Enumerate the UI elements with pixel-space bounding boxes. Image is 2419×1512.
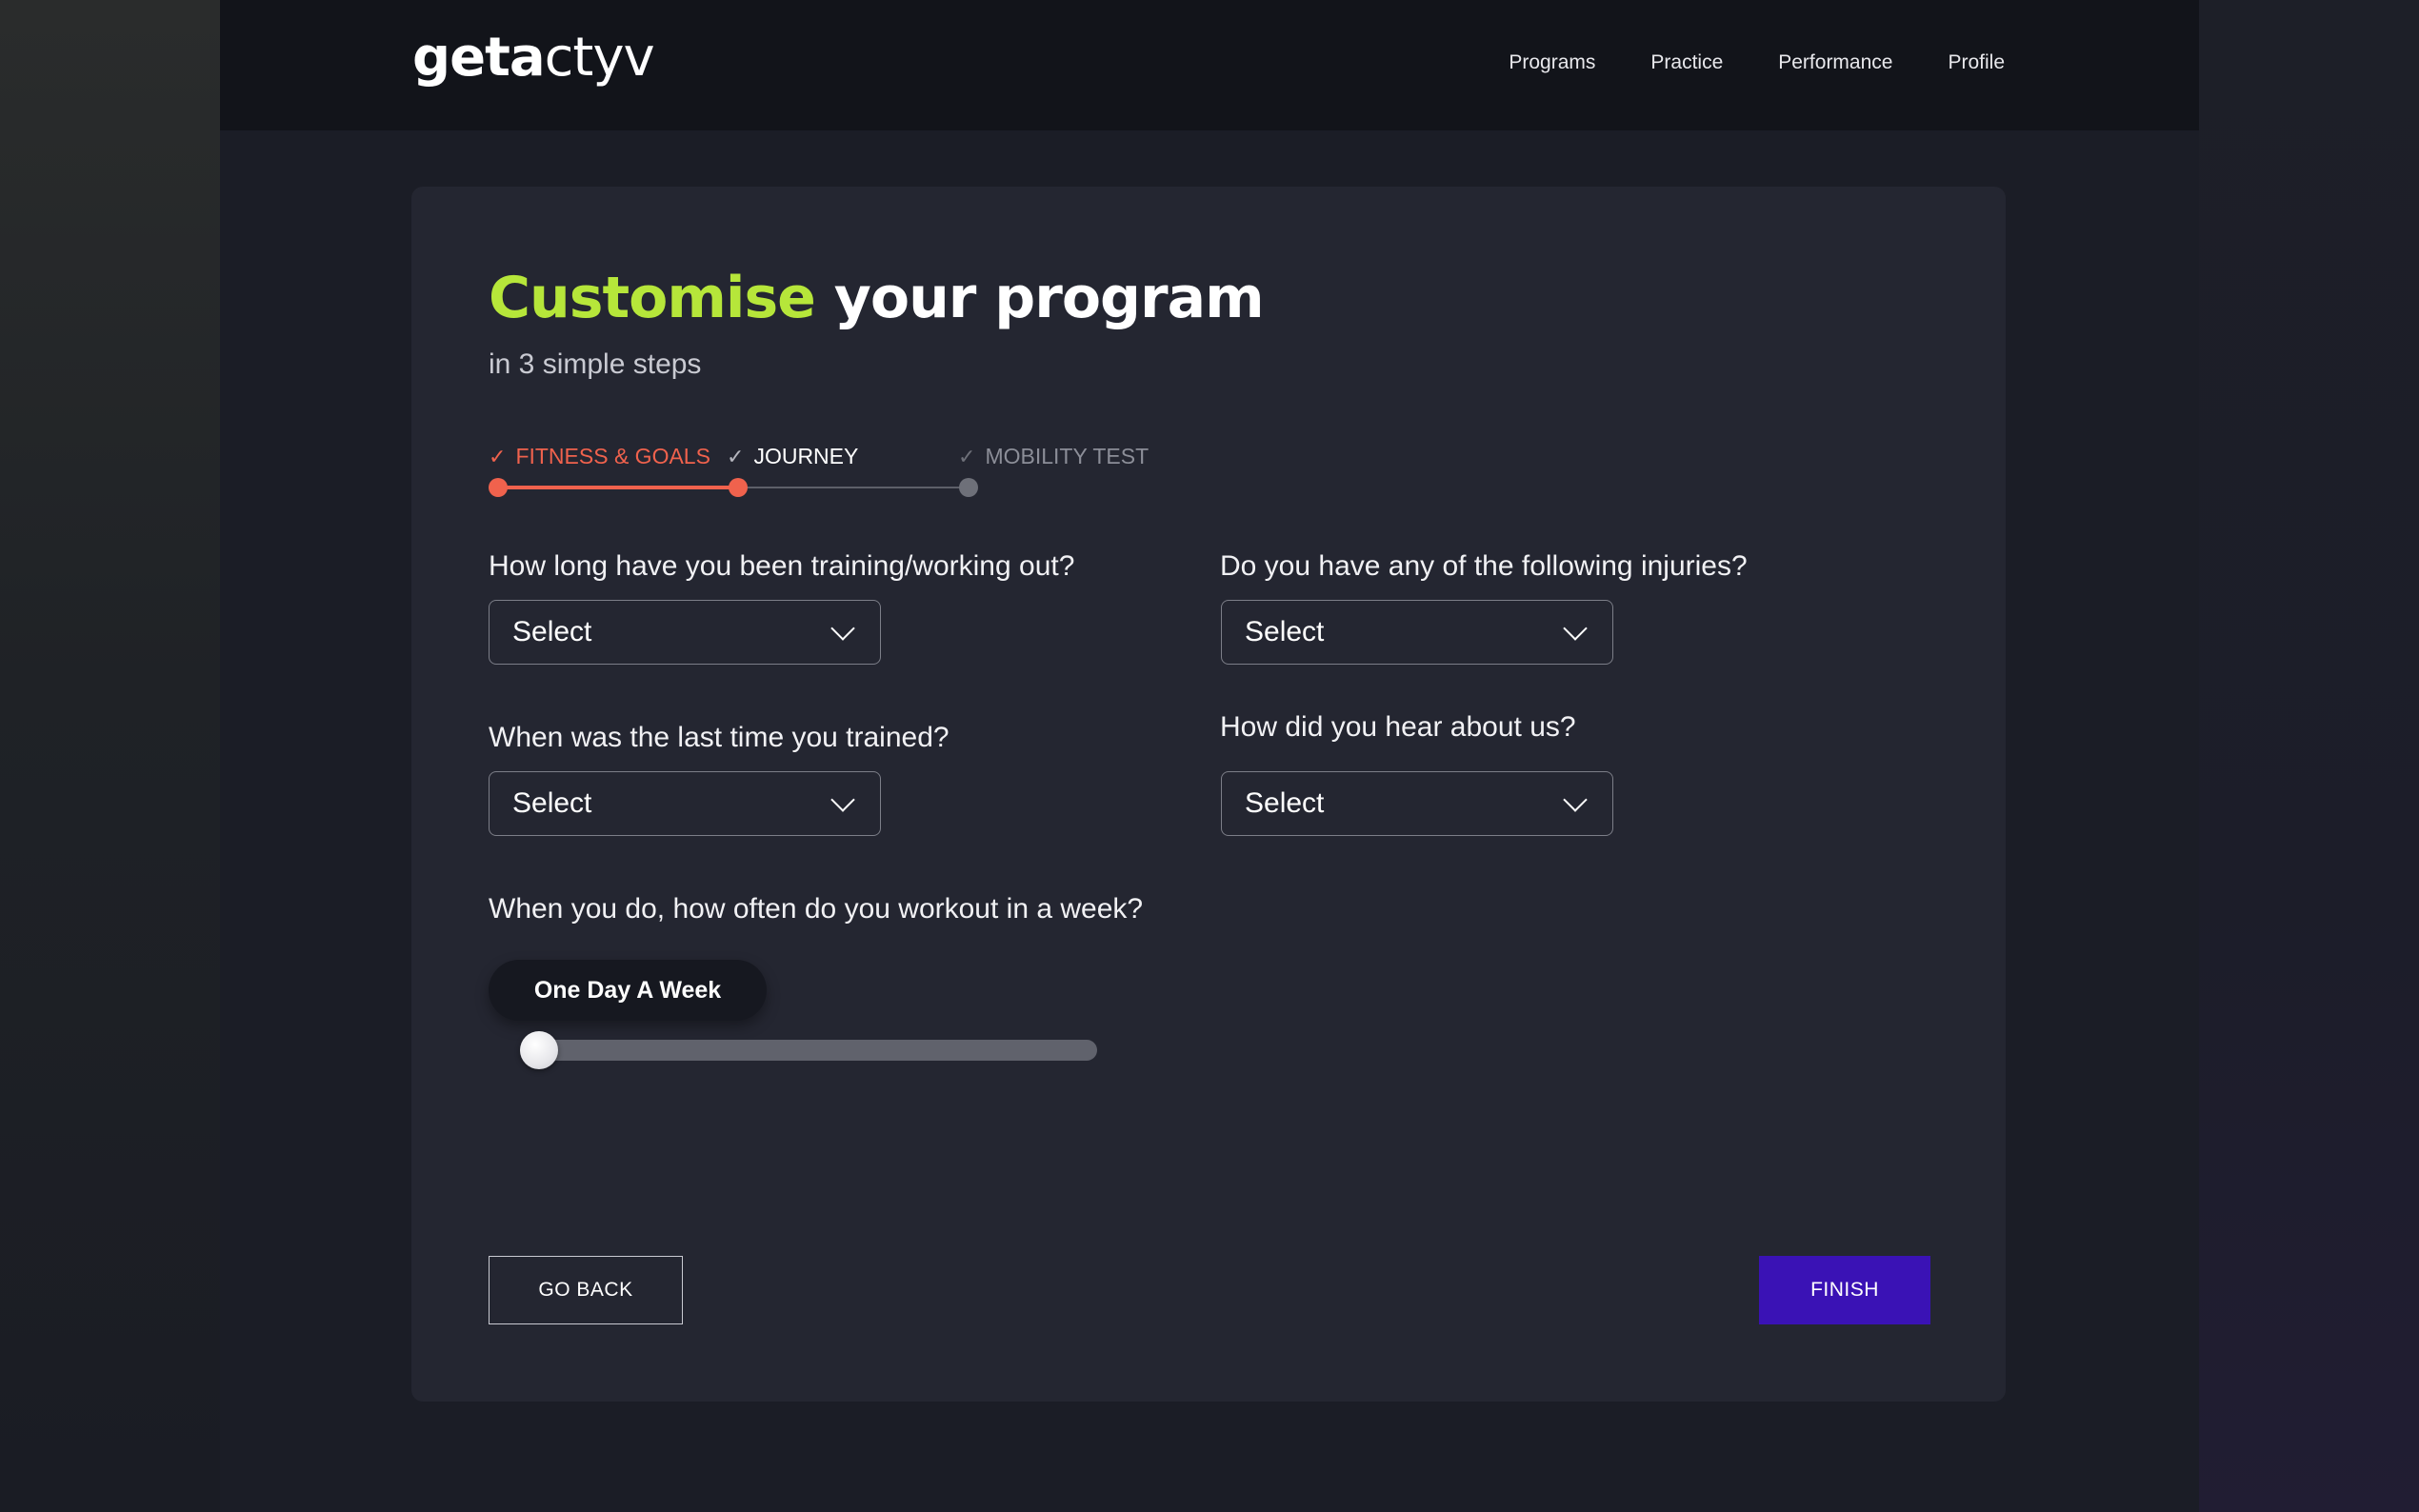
heard-about-select[interactable]: Select [1221,771,1613,836]
select-value: Select [1245,616,1325,647]
nav-practice[interactable]: Practice [1650,51,1723,74]
page-subtitle: in 3 simple steps [489,348,702,380]
frequency-value-bubble: One Day A Week [489,960,767,1021]
frequency-slider[interactable] [520,1031,1097,1069]
step-label: JOURNEY [753,444,859,468]
slider-rail [520,1040,1097,1061]
question-workout-frequency: When you do, how often do you workout in… [489,893,1144,925]
question-injuries: Do you have any of the following injurie… [1220,550,1748,582]
stepper-track-complete [498,486,738,489]
main-nav: Programs Practice Performance Profile [1509,51,2005,74]
step-label: MOBILITY TEST [985,444,1150,468]
logo-bold-part: geta [412,27,546,89]
nav-profile[interactable]: Profile [1948,51,2005,74]
step-dot-1 [489,478,508,497]
injuries-select[interactable]: Select [1221,600,1613,665]
nav-performance[interactable]: Performance [1778,51,1892,74]
select-value: Select [512,787,592,819]
step-dot-2 [729,478,748,497]
nav-programs[interactable]: Programs [1509,51,1595,74]
progress-stepper: ✓ FITNESS & GOALS ✓ JOURNEY ✓ MOBILITY T… [489,444,1155,501]
title-rest: your program [833,265,1265,331]
chevron-down-icon [830,616,855,641]
step-journey[interactable]: ✓ JOURNEY [727,444,858,469]
select-value: Select [1245,787,1325,819]
training-duration-select[interactable]: Select [489,600,881,665]
step-label: FITNESS & GOALS [515,444,710,468]
chevron-down-icon [1563,787,1588,812]
check-icon: ✓ [727,444,745,468]
question-training-duration: How long have you been training/working … [489,550,1075,582]
check-icon: ✓ [958,444,976,468]
title-highlight: Customise [489,265,816,331]
background-right-panel [2199,0,2419,1512]
customise-program-card: Customise your program in 3 simple steps… [411,187,2006,1402]
step-dot-3 [959,478,978,497]
check-icon: ✓ [489,444,507,468]
logo-thin-part: ctyv [544,27,655,89]
background-left-panel [0,0,220,1512]
last-trained-select[interactable]: Select [489,771,881,836]
stepper-track-remaining [738,487,969,488]
go-back-button[interactable]: GO BACK [489,1256,683,1324]
select-value: Select [512,616,592,647]
chevron-down-icon [1563,616,1588,641]
brand-logo[interactable]: getactyv [412,27,655,89]
slider-thumb[interactable] [520,1031,558,1069]
finish-button[interactable]: FINISH [1759,1256,1930,1324]
chevron-down-icon [830,787,855,812]
question-heard-about: How did you hear about us? [1220,711,1576,743]
page-title: Customise your program [489,265,1265,331]
top-navbar: getactyv Programs Practice Performance P… [220,0,2199,130]
question-last-trained: When was the last time you trained? [489,722,950,753]
step-mobility-test[interactable]: ✓ MOBILITY TEST [958,444,1149,469]
step-fitness-goals[interactable]: ✓ FITNESS & GOALS [489,444,710,469]
